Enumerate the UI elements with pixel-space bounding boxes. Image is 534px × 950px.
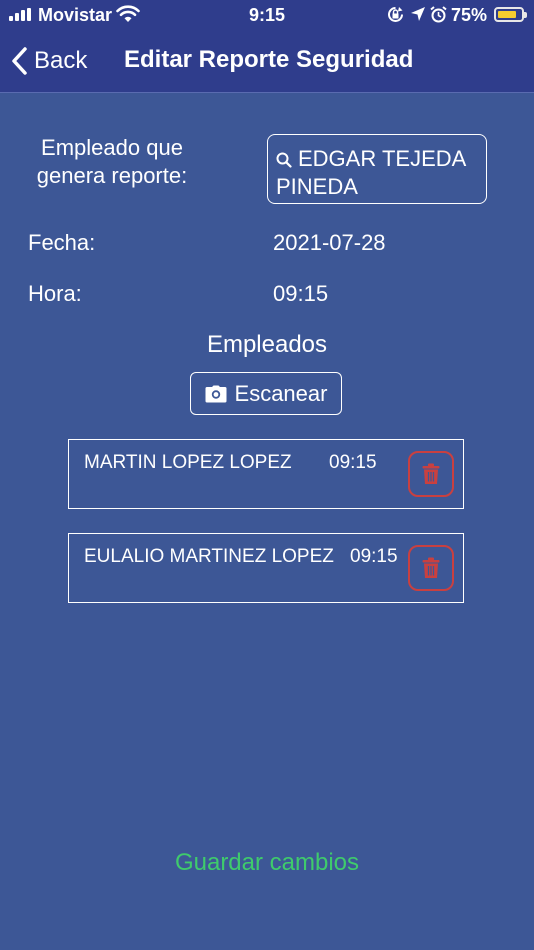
battery-icon [494, 7, 527, 22]
hora-label: Hora: [28, 281, 82, 306]
location-icon [411, 7, 425, 21]
alarm-icon [430, 6, 447, 23]
employee-row-time: 09:15 [350, 546, 398, 567]
trash-icon [422, 557, 440, 578]
scan-button[interactable]: Escanear [190, 372, 342, 415]
fecha-label: Fecha: [28, 230, 96, 255]
employee-row-time: 09:15 [329, 452, 377, 473]
employee-row-name: MARTIN LOPEZ LOPEZ [84, 452, 292, 473]
employee-row: EULALIO MARTINEZ LOPEZ 09:15 [68, 533, 464, 603]
employees-section-title: Empleados [206, 331, 328, 358]
employee-label: Empleado que genera reporte: [36, 135, 188, 188]
employee-row-name: EULALIO MARTINEZ LOPEZ [84, 546, 334, 567]
delete-employee-button[interactable] [408, 545, 454, 591]
save-changes-button[interactable]: Guardar cambios [0, 849, 534, 877]
trash-icon [422, 463, 440, 484]
back-button[interactable]: Back [10, 44, 87, 78]
navigation-bar: Back Editar Reporte Seguridad [0, 30, 534, 93]
battery-percent: 75% [451, 5, 488, 25]
back-label: Back [34, 47, 88, 74]
page-title: Editar Reporte Seguridad [124, 46, 414, 73]
employee-row: MARTIN LOPEZ LOPEZ 09:15 [68, 439, 464, 509]
employee-value: EDGAR TEJEDA PINEDA [276, 146, 466, 199]
delete-employee-button[interactable] [408, 451, 454, 497]
camera-icon [205, 385, 227, 402]
employee-select-button[interactable]: EDGAR TEJEDA PINEDA [267, 134, 487, 204]
search-icon [276, 152, 292, 168]
hora-value[interactable]: 09:15 [273, 280, 328, 308]
fecha-value[interactable]: 2021-07-28 [273, 229, 386, 257]
chevron-left-icon [12, 47, 27, 75]
rotation-lock-icon [388, 7, 403, 22]
scan-label: Escanear [234, 380, 328, 406]
status-bar: Movistar 9:15 75% [0, 0, 534, 30]
